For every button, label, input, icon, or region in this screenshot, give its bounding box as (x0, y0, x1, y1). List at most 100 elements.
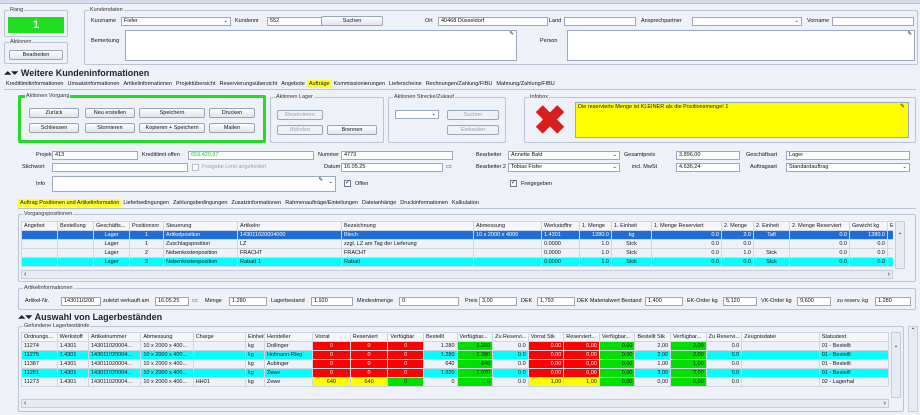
table-row[interactable]: 11273 1.4301 143011020004... 10 x 2000 x 40… (21, 377, 889, 387)
chevron-down-icon[interactable]: ⌄ (328, 179, 333, 186)
ansprechpartner-field[interactable]: ⌄ (692, 17, 802, 26)
reservieren-button[interactable]: Reservieren (277, 110, 323, 120)
main-tab[interactable]: Kreditlimitinformationen (4, 80, 65, 88)
table-row[interactable]: 11274 1.4301 143011020004... 10 x 2000 x 40… (21, 341, 889, 351)
chevron-down-icon[interactable]: ⌄ (902, 164, 907, 171)
column-header[interactable]: Abmessung (473, 221, 542, 231)
page-vscroll[interactable]: ⌃ (908, 326, 918, 412)
column-header[interactable]: 1. Menge (579, 221, 612, 231)
main-tab[interactable]: Angebote (279, 80, 307, 88)
brennen-button[interactable]: Brennen (327, 125, 377, 135)
table-row[interactable]: Lager 1 Zuschlagsposition LZ zzgl. LZ am Tag… (21, 239, 893, 249)
chevron-down-icon[interactable]: ⌄ (794, 18, 799, 25)
main-tab[interactable]: Umsatzinformationen (65, 80, 121, 88)
column-header[interactable]: Ordnungs... (21, 332, 58, 342)
main-tab[interactable]: Artikelinformationen (121, 80, 174, 88)
column-header[interactable]: Reserviert (349, 332, 389, 342)
info-field[interactable]: ✎ ⌄ (52, 176, 336, 192)
bemerkung-field[interactable]: ✎ (125, 30, 517, 61)
column-header[interactable]: Artikelnr (237, 221, 342, 231)
column-header[interactable]: Reserviert... (563, 332, 600, 342)
projekt-field[interactable]: 413 (52, 151, 138, 160)
drucken-button[interactable]: Drucken (209, 108, 255, 118)
main-tab[interactable]: Mahnung/Zahlung/FIBU (494, 80, 556, 88)
scroll-right-icon[interactable]: › (884, 400, 886, 407)
column-header[interactable]: Werkstoffnr (541, 221, 580, 231)
column-header[interactable]: Einheit (245, 332, 265, 342)
sub-tab[interactable]: Zahlungsbedingungen (171, 199, 229, 207)
column-header[interactable]: Zu Reservi... (705, 332, 743, 342)
column-header[interactable]: 1. Menge Reserviert (651, 221, 722, 231)
sub-tab[interactable]: Rahmenaufträge/Einteilungen (283, 199, 360, 207)
table-row[interactable]: 11387 1.4301 143011020004... 10 x 2000 x 40… (21, 359, 889, 369)
table-row[interactable]: 11275 1.4301 143011020004... 10 x 2000 x 40… (21, 350, 889, 360)
einkaufen-button[interactable]: Einkaufen (447, 125, 499, 135)
kopieren-speichern-button[interactable]: Kopieren + Speichern (139, 123, 205, 133)
main-tab[interactable]: Reservierungsübersicht (217, 80, 279, 88)
column-header[interactable]: Geschäfts... (93, 221, 130, 231)
column-header[interactable]: Zu Reservi... (492, 332, 529, 342)
land-field[interactable] (564, 17, 636, 26)
neu-erstellen-button[interactable]: Neu erstellen (85, 108, 135, 118)
geschaeftsart-field[interactable]: Lager (786, 151, 910, 160)
ort-field[interactable]: 40468 Düsseldorf (438, 17, 548, 26)
column-header[interactable]: Werkstoff (56, 332, 90, 342)
column-header[interactable]: Gewicht kg (849, 221, 888, 231)
table-row[interactable]: Lager 1 Artikelposition 143011020004000 Blec… (21, 230, 893, 240)
sub-tab[interactable]: Druckinformationen (398, 199, 450, 207)
column-header[interactable]: Bezeichnung (341, 221, 474, 231)
chevron-down-icon[interactable]: ⌄ (223, 18, 228, 25)
freigegeben-checkbox[interactable]: ✓ (510, 180, 517, 187)
column-header[interactable]: Abmessung (140, 332, 194, 342)
scroll-up-icon[interactable]: ⌃ (909, 327, 917, 334)
column-header[interactable]: Bestellt (423, 332, 458, 342)
auftragsart-field[interactable]: Standardauftrag ⌄ (786, 163, 910, 172)
person-field[interactable]: ✎ (567, 30, 915, 61)
column-header[interactable]: Bestellt Stk (634, 332, 672, 342)
column-header[interactable]: Verfügbar... (456, 332, 494, 342)
zurueck-button[interactable]: Zurück (29, 108, 79, 118)
suchen-button[interactable]: Suchen (321, 16, 383, 26)
schliessen-button[interactable]: Schliessen (29, 123, 79, 133)
chevron-down-icon[interactable]: ⌄ (612, 164, 617, 171)
scroll-up-icon[interactable]: ⌃ (896, 232, 904, 239)
column-header[interactable]: Charge (192, 332, 247, 342)
main-tab[interactable]: Lieferscheine (387, 80, 424, 88)
column-header[interactable]: Angebot (21, 221, 58, 231)
column-header[interactable]: Statustext (818, 332, 889, 342)
table-row[interactable]: Lager 3 Nebenkostenposition Rabatt 1 Rabatt 0… (21, 257, 893, 267)
column-header[interactable]: Steuerung (163, 221, 238, 231)
vorname-field[interactable] (832, 17, 914, 26)
calendar-icon[interactable]: ▭ (446, 163, 452, 170)
scroll-right-icon[interactable]: › (888, 271, 890, 278)
bestaende-hscroll[interactable]: ‹ › (21, 399, 889, 408)
column-header[interactable]: Vorrat (312, 332, 351, 342)
sub-tab[interactable]: Lieferbedingungen (121, 199, 171, 207)
offen-checkbox[interactable]: ✓ (344, 180, 351, 187)
speichern-button[interactable]: Speichern (139, 108, 205, 118)
abholen-button[interactable]: Abholen (277, 125, 323, 135)
main-tab[interactable]: Projektübersicht (174, 80, 217, 88)
spellcheck-icon[interactable]: ✎ (318, 177, 323, 184)
spellcheck-icon[interactable]: ✎ (509, 31, 514, 38)
infobox-message-panel[interactable]: Die reservierte Menge ist KLEINER als di… (575, 102, 909, 138)
column-header[interactable]: 2. Menge Reserviert (789, 221, 850, 231)
column-header[interactable]: Hersteller (263, 332, 314, 342)
column-header[interactable]: 2. Einheit (753, 221, 790, 231)
kurzname-field[interactable]: Fisfer ⌄ (121, 17, 231, 26)
main-tab[interactable]: Aufträge (306, 80, 332, 88)
bearbeiten-button[interactable]: Bearbeiten (9, 50, 63, 60)
stichwort-field[interactable] (52, 163, 188, 172)
column-header[interactable]: Verfügbar... (670, 332, 707, 342)
positionen-vscroll[interactable]: ⌃ (895, 221, 905, 269)
table-row[interactable]: Lager 2 Nebenkostenposition FRACHT FRACHT 0.0… (21, 248, 893, 258)
spellcheck-icon[interactable]: ✎ (900, 103, 905, 110)
datum-field[interactable]: 16.05.25 (341, 163, 443, 172)
scroll-up-icon[interactable]: ⌃ (892, 345, 900, 352)
column-header[interactable]: Zeugnisdatei (741, 332, 820, 342)
scroll-left-icon[interactable]: ‹ (24, 400, 26, 407)
sub-tab[interactable]: Dateianhänge (360, 199, 398, 207)
sub-tab[interactable]: Kalkulation (450, 199, 481, 207)
scroll-left-icon[interactable]: ‹ (24, 271, 26, 278)
column-header[interactable]: Verfügbar... (598, 332, 636, 342)
